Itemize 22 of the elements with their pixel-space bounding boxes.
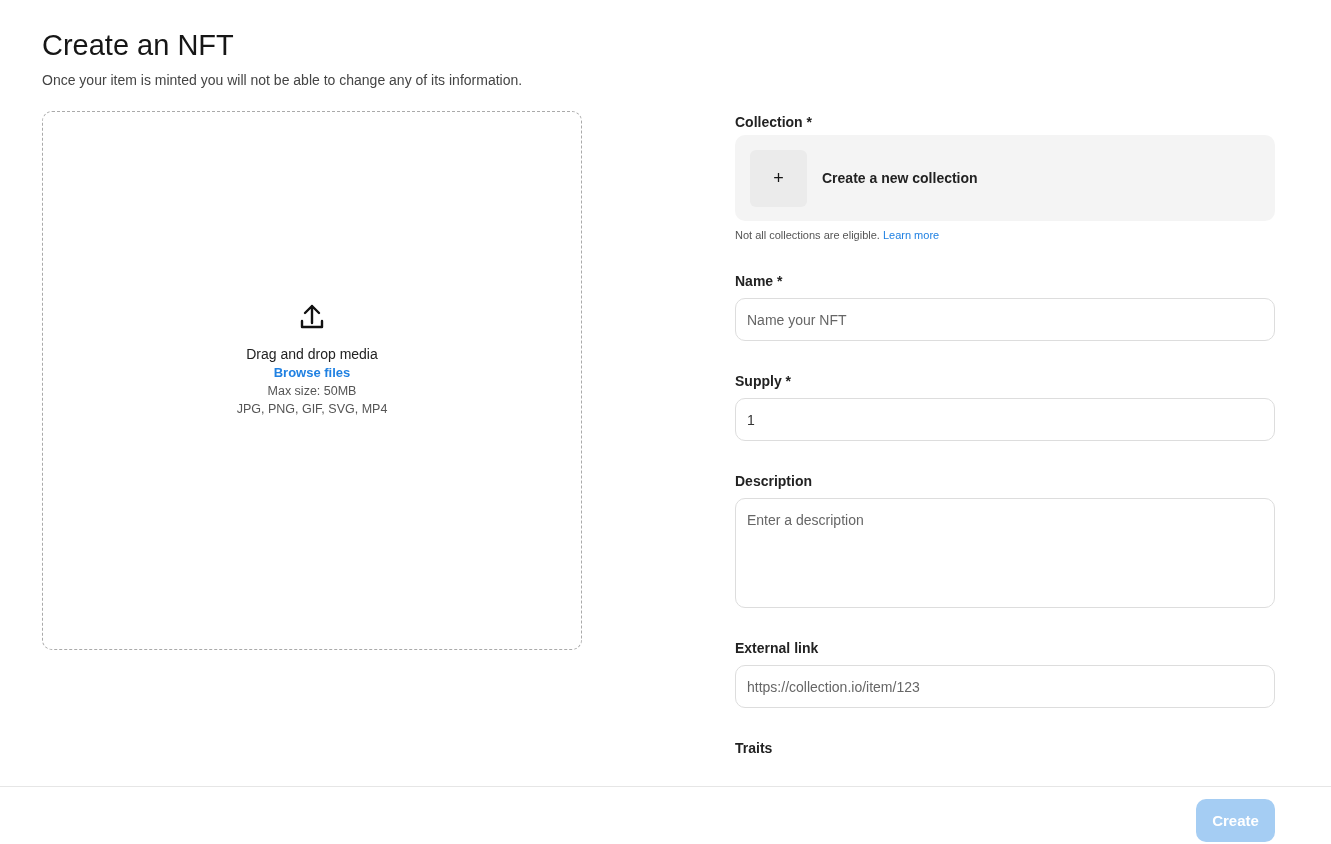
learn-more-link[interactable]: Learn more [882,229,940,241]
formats-text: JPG, PNG, GIF, SVG, MP4 [236,401,388,418]
plus-icon: + [750,149,807,207]
create-collection-button[interactable]: + Create a new collection [735,135,1275,221]
page-title: Create an NFT [42,28,235,62]
field-label: Collection * [735,113,813,131]
field-label: Description [735,472,813,490]
input-field[interactable]: Name your NFT [735,298,1275,341]
eligibility-note: Not all collections are eligible. [735,229,880,241]
media-dropzone[interactable]: Drag and drop media Browse files Max size: 50MB JPG, PNG, GIF, SVG, MP4 [42,111,582,650]
dropzone-heading: Drag and drop media [246,345,378,364]
section-label: Traits [735,739,774,757]
upload-icon [300,303,324,329]
description-field[interactable]: Enter a description [735,498,1275,608]
max-size-text: Max size: 50MB [267,383,357,400]
page-subtitle: Once your item is minted you will not be able to change any of its information. [42,71,524,89]
input-field[interactable]: 1 [735,398,1275,441]
field-label: Supply * [735,372,792,390]
browse-files-link[interactable]: Browse files [273,364,351,382]
field-label: External link [735,639,820,657]
field-label: Name * [735,272,784,290]
input-field[interactable]: https://collection.io/item/123 [735,665,1275,708]
